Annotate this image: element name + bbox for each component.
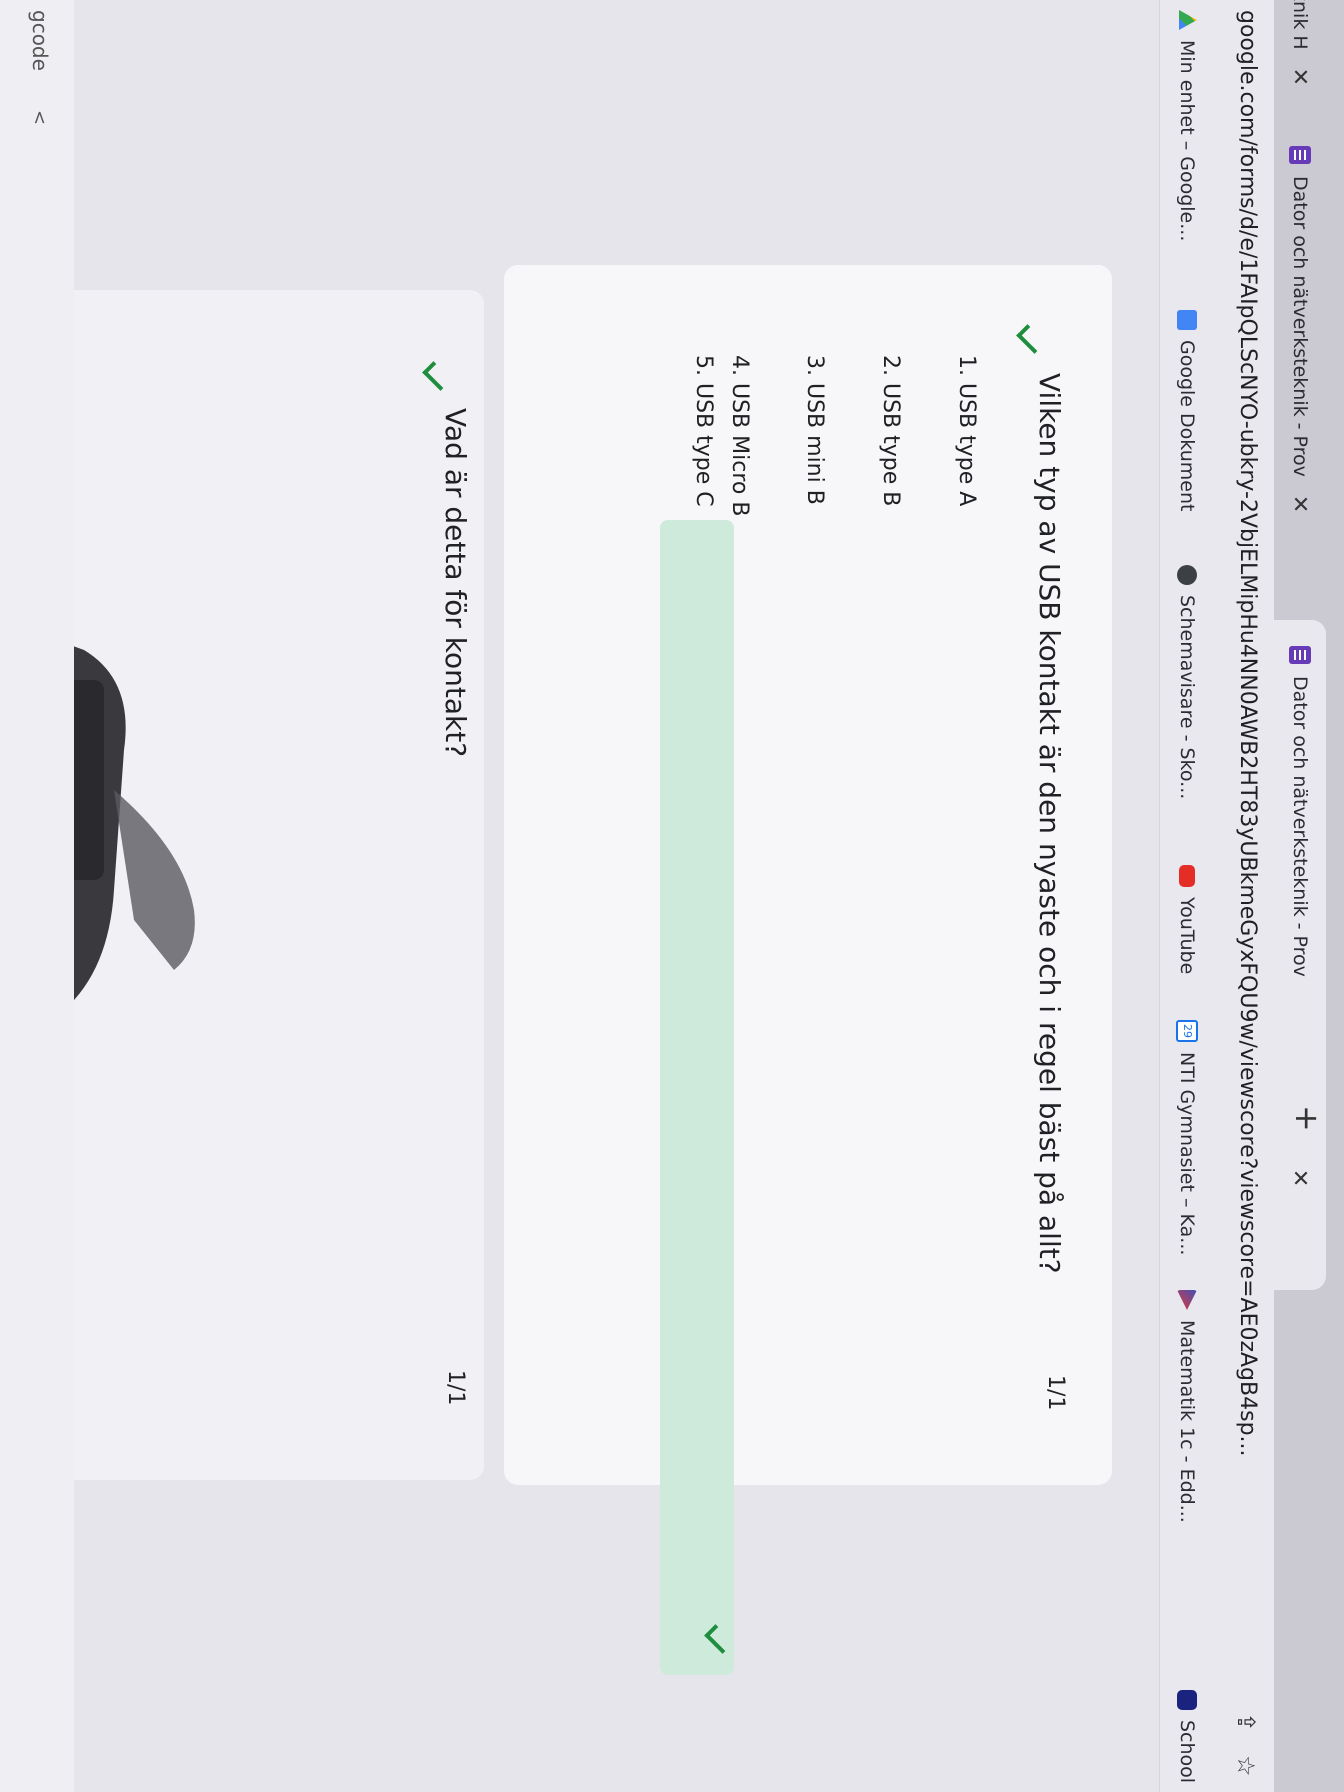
bookmark-school[interactable]: School [1176,1690,1198,1783]
bookmark-label: Google Dokument [1176,340,1198,512]
bookmark-label: NTI Gymnasiet – Ka... [1176,1052,1198,1256]
bookmark-nti[interactable]: 29 NTI Gymnasiet – Ka... [1176,1020,1198,1255]
tab-title: Dator och nätverksteknik - Prov [1289,176,1311,477]
math-icon [1177,1290,1197,1310]
answer-option: 1. USB type A [954,355,979,507]
check-icon [1020,325,1040,359]
side-label: gcode [28,10,52,71]
youtube-icon [1179,865,1195,887]
tab-title: Dator och nätverksteknik - Prov [1289,676,1311,977]
tab-partial[interactable]: knik H ✕ [1274,0,1326,86]
calendar-icon: 29 [1176,1020,1198,1042]
question-title: Vad är detta för kontakt? [439,408,472,758]
bookmark-label: Min enhet – Google... [1176,40,1198,242]
close-icon[interactable]: ✕ [1288,1169,1313,1187]
answer-option: 4. USB Micro B [727,355,752,517]
tab-strip: knik H ✕ Dator och nätverksteknik - Prov… [1274,0,1344,1792]
bookmark-youtube[interactable]: YouTube [1176,865,1198,974]
question-score: 1/1 [443,1370,468,1406]
answer-option: 3. USB mini B [802,355,827,505]
school-icon [1177,1690,1197,1710]
new-tab-button[interactable]: + [1288,1105,1326,1132]
docs-icon [1177,310,1197,330]
bookmark-docs[interactable]: Google Dokument [1176,310,1198,511]
check-icon [708,1625,728,1659]
bookmarks-bar: Min enhet – Google... Google Dokument Sc… [1159,0,1212,1792]
bookmark-matematik[interactable]: Matematik 1c - Edd... [1176,1290,1198,1523]
forms-icon [1289,146,1311,164]
tab-forms-active[interactable]: Dator och nätverksteknik - Prov ✕ [1274,620,1326,1290]
bookmark-label: Schemavisare - Sko... [1176,595,1198,800]
check-icon [426,362,446,396]
browser-screen: knik H ✕ Dator och nätverksteknik - Prov… [0,0,1344,1792]
tab-title: knik H [1289,0,1311,50]
forms-icon [1289,646,1311,664]
chevron-icon[interactable]: < [29,110,50,125]
answer-option: 2. USB type B [878,355,903,507]
globe-icon [1177,565,1197,585]
star-icon[interactable]: ☆ [1232,1755,1260,1777]
answer-option-correct: 5. USB type C [691,355,716,507]
share-icon[interactable]: ⇪ [1232,1712,1260,1732]
close-icon[interactable]: ✕ [1288,495,1313,513]
close-icon[interactable]: ✕ [1288,68,1313,86]
bookmark-schemavisare[interactable]: Schemavisare - Sko... [1176,565,1198,799]
bookmark-label: YouTube [1176,897,1198,975]
drive-icon [1177,10,1197,30]
question-title: Vilken typ av USB kontakt är den nyaste … [1033,373,1066,1274]
bookmark-drive[interactable]: Min enhet – Google... [1176,10,1198,241]
question-score: 1/1 [1043,1375,1068,1411]
form-content: Vilken typ av USB kontakt är den nyaste … [0,0,1159,1792]
side-window-strip: gcode < [0,0,74,1792]
question-card: Vilken typ av USB kontakt är den nyaste … [504,265,1112,1675]
bookmark-label: Matematik 1c - Edd... [1176,1320,1198,1523]
url-field[interactable]: google.com/forms/d/e/1FAIpQLScNYO-ubkry-… [1235,10,1260,1457]
address-bar: google.com/forms/d/e/1FAIpQLScNYO-ubkry-… [1212,0,1274,1792]
correct-answer-highlight: 5. USB type C [660,355,734,1675]
bookmark-label: School [1176,1720,1198,1784]
